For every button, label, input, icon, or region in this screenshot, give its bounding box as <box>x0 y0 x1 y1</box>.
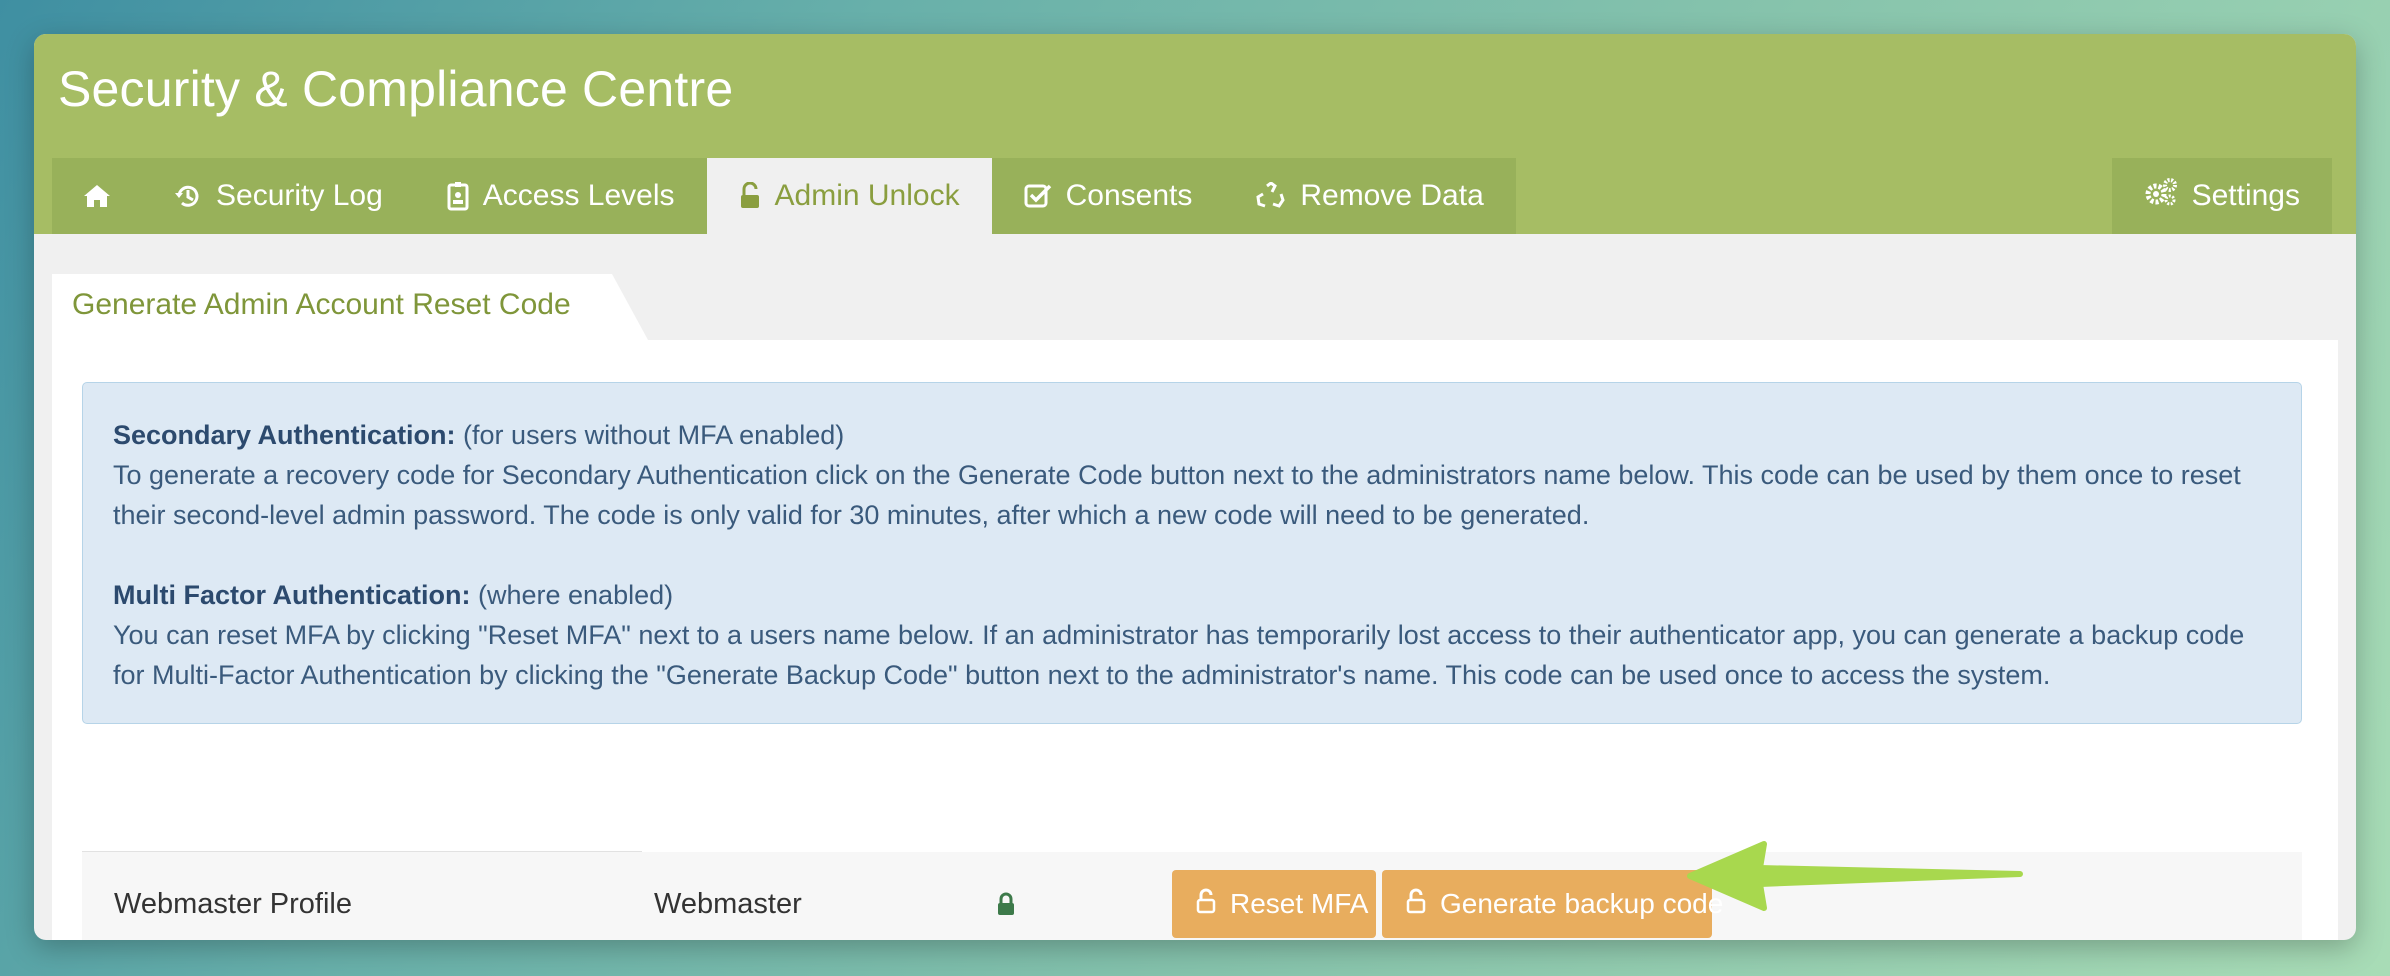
tab-access-levels[interactable]: Access Levels <box>414 158 707 234</box>
badge-icon <box>447 181 469 211</box>
tab-label: Admin Unlock <box>774 179 960 212</box>
app-title: Security & Compliance Centre <box>58 61 734 117</box>
tab-label: Security Log <box>216 179 383 212</box>
reset-mfa-button[interactable]: Reset MFA <box>1172 870 1376 938</box>
mfa-note: (where enabled) <box>470 580 674 610</box>
check-square-icon <box>1024 183 1052 209</box>
secondary-auth-note: (for users without MFA enabled) <box>455 420 845 450</box>
unlock-icon <box>1196 888 1216 921</box>
tab-home[interactable] <box>52 158 142 234</box>
nav-tabs: Security Log Access Levels Admin Unlock … <box>52 158 1516 234</box>
gears-icon <box>2144 177 2178 215</box>
tab-security-log[interactable]: Security Log <box>142 158 415 234</box>
mfa-heading: Multi Factor Authentication: <box>113 580 471 610</box>
settings-label: Settings <box>2191 179 2300 212</box>
tab-remove-data[interactable]: Remove Data <box>1224 158 1516 234</box>
app-window: Security & Compliance Centre Security Lo… <box>34 34 2356 940</box>
info-text: Secondary Authentication: (for users wit… <box>113 415 2271 695</box>
secondary-auth-text: To generate a recovery code for Secondar… <box>113 460 2241 530</box>
tab-label: Consents <box>1065 179 1193 212</box>
unlock-icon <box>739 182 761 210</box>
lock-icon <box>996 852 1016 940</box>
panel-tab: Generate Admin Account Reset Code <box>52 274 648 340</box>
pointer-arrow-icon <box>1687 841 2023 911</box>
reset-mfa-label: Reset MFA <box>1230 888 1369 919</box>
secondary-auth-heading: Secondary Authentication: <box>113 420 456 450</box>
tab-settings[interactable]: Settings <box>2111 158 2332 234</box>
generate-backup-code-button[interactable]: Generate backup code <box>1382 870 1723 938</box>
admin-role: Webmaster <box>654 887 802 920</box>
unlock-icon <box>1406 888 1426 921</box>
admin-profile: Webmaster Profile <box>114 887 352 920</box>
tab-admin-unlock[interactable]: Admin Unlock <box>706 158 992 234</box>
tab-consents[interactable]: Consents <box>991 158 1225 234</box>
tab-label: Access Levels <box>482 179 675 212</box>
tab-label: Remove Data <box>1300 179 1484 212</box>
history-icon <box>174 182 202 210</box>
panel-title: Generate Admin Account Reset Code <box>72 288 571 321</box>
home-icon <box>82 183 112 209</box>
info-alert: Secondary Authentication: (for users wit… <box>82 382 2302 724</box>
recycle-icon <box>1256 182 1286 210</box>
generate-backup-label: Generate backup code <box>1440 888 1724 919</box>
mfa-text: You can reset MFA by clicking "Reset MFA… <box>113 620 2245 690</box>
header: Security & Compliance Centre Security Lo… <box>34 34 2356 234</box>
